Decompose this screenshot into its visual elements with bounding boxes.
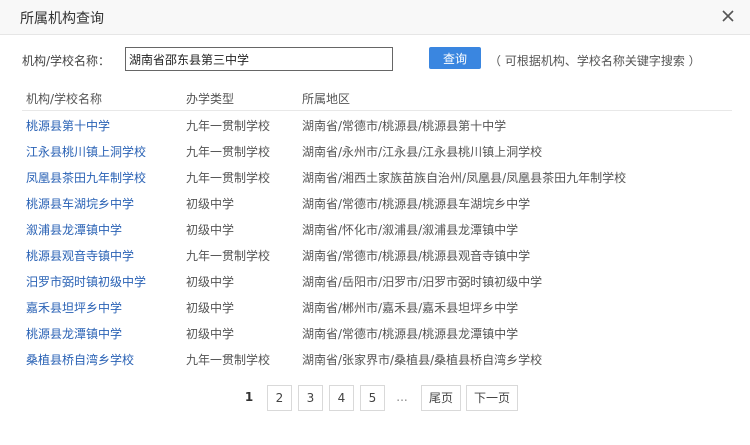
- cell-region: 湖南省/张家界市/桑植县/桑植县桥自湾乡学校: [302, 353, 543, 367]
- cell-school-name[interactable]: 桃源县观音寺镇中学: [26, 247, 134, 264]
- cell-school-name[interactable]: 桃源县龙潭镇中学: [26, 325, 122, 342]
- results-table: 机构/学校名称 办学类型 所属地区 桃源县第十中学 九年一贯制学校 湖南省/常德市/…: [22, 82, 732, 371]
- cell-school-name[interactable]: 桃源县车湖垸乡中学: [26, 195, 134, 212]
- cell-region: 湖南省/湘西土家族苗族自治州/凤凰县/凤凰县茶田九年制学校: [302, 171, 627, 185]
- table-row[interactable]: 桑植县桥自湾乡学校 九年一贯制学校 湖南省/张家界市/桑植县/桑植县桥自湾乡学校: [22, 345, 732, 371]
- cell-school-type: 初级中学: [186, 197, 235, 211]
- header-region: 所属地区: [302, 92, 351, 106]
- cell-school-name[interactable]: 桑植县桥自湾乡学校: [26, 351, 134, 368]
- cell-school-type: 初级中学: [186, 327, 235, 341]
- close-icon[interactable]: [720, 8, 736, 24]
- next-page-button[interactable]: 下一页: [466, 385, 518, 411]
- cell-school-type: 九年一贯制学校: [186, 249, 271, 263]
- table-row[interactable]: 桃源县车湖垸乡中学 初级中学 湖南省/常德市/桃源县/桃源县车湖垸乡中学: [22, 189, 732, 215]
- header-type: 办学类型: [186, 92, 235, 106]
- page-3-button[interactable]: 3: [298, 385, 323, 411]
- search-input[interactable]: [125, 47, 393, 71]
- table-row[interactable]: 江永县桃川镇上洞学校 九年一贯制学校 湖南省/永州市/江永县/江永县桃川镇上洞学校: [22, 137, 732, 163]
- cell-school-name[interactable]: 溆浦县龙潭镇中学: [26, 221, 122, 238]
- search-button[interactable]: 查询: [429, 47, 481, 69]
- cell-school-name[interactable]: 凤凰县茶田九年制学校: [26, 169, 146, 186]
- page-current: 1: [240, 385, 258, 409]
- cell-region: 湖南省/怀化市/溆浦县/溆浦县龙潭镇中学: [302, 223, 519, 237]
- cell-region: 湖南省/常德市/桃源县/桃源县第十中学: [302, 119, 507, 133]
- dialog-header: 所属机构查询: [0, 0, 750, 35]
- cell-school-name[interactable]: 桃源县第十中学: [26, 117, 110, 134]
- header-name: 机构/学校名称: [26, 92, 103, 106]
- cell-school-name[interactable]: 嘉禾县坦坪乡中学: [26, 299, 122, 316]
- table-body: 桃源县第十中学 九年一贯制学校 湖南省/常德市/桃源县/桃源县第十中学 江永县桃川镇上…: [22, 111, 732, 371]
- search-hint: （ 可根据机构、学校名称关键字搜索 ）: [489, 54, 701, 68]
- table-row[interactable]: 凤凰县茶田九年制学校 九年一贯制学校 湖南省/湘西土家族苗族自治州/凤凰县/凤凰县茶…: [22, 163, 732, 189]
- cell-region: 湖南省/常德市/桃源县/桃源县车湖垸乡中学: [302, 197, 531, 211]
- dialog-title: 所属机构查询: [20, 11, 104, 27]
- cell-school-name[interactable]: 汨罗市弼时镇初级中学: [26, 273, 146, 290]
- table-row[interactable]: 嘉禾县坦坪乡中学 初级中学 湖南省/郴州市/嘉禾县/嘉禾县坦坪乡中学: [22, 293, 732, 319]
- cell-region: 湖南省/常德市/桃源县/桃源县龙潭镇中学: [302, 327, 519, 341]
- cell-region: 湖南省/岳阳市/汨罗市/汨罗市弼时镇初级中学: [302, 275, 543, 289]
- table-row[interactable]: 溆浦县龙潭镇中学 初级中学 湖南省/怀化市/溆浦县/溆浦县龙潭镇中学: [22, 215, 732, 241]
- last-page-button[interactable]: 尾页: [421, 385, 461, 411]
- cell-school-name[interactable]: 江永县桃川镇上洞学校: [26, 143, 146, 160]
- page-2-button[interactable]: 2: [267, 385, 292, 411]
- page-5-button[interactable]: 5: [360, 385, 385, 411]
- cell-region: 湖南省/常德市/桃源县/桃源县观音寺镇中学: [302, 249, 531, 263]
- page-ellipsis: ...: [392, 385, 412, 409]
- page-4-button[interactable]: 4: [329, 385, 354, 411]
- cell-region: 湖南省/永州市/江永县/江永县桃川镇上洞学校: [302, 145, 543, 159]
- pagination: 1 2 3 4 5 ... 尾页 下一页: [0, 385, 750, 411]
- cell-school-type: 九年一贯制学校: [186, 145, 271, 159]
- table-row[interactable]: 桃源县第十中学 九年一贯制学校 湖南省/常德市/桃源县/桃源县第十中学: [22, 111, 732, 137]
- search-label: 机构/学校名称：: [22, 54, 111, 68]
- table-row[interactable]: 桃源县观音寺镇中学 九年一贯制学校 湖南省/常德市/桃源县/桃源县观音寺镇中学: [22, 241, 732, 267]
- cell-region: 湖南省/郴州市/嘉禾县/嘉禾县坦坪乡中学: [302, 301, 519, 315]
- cell-school-type: 初级中学: [186, 275, 235, 289]
- table-row[interactable]: 桃源县龙潭镇中学 初级中学 湖南省/常德市/桃源县/桃源县龙潭镇中学: [22, 319, 732, 345]
- cell-school-type: 初级中学: [186, 223, 235, 237]
- table-header: 机构/学校名称 办学类型 所属地区: [22, 82, 732, 111]
- cell-school-type: 九年一贯制学校: [186, 119, 271, 133]
- table-row[interactable]: 汨罗市弼时镇初级中学 初级中学 湖南省/岳阳市/汨罗市/汨罗市弼时镇初级中学: [22, 267, 732, 293]
- cell-school-type: 九年一贯制学校: [186, 353, 271, 367]
- cell-school-type: 初级中学: [186, 301, 235, 315]
- cell-school-type: 九年一贯制学校: [186, 171, 271, 185]
